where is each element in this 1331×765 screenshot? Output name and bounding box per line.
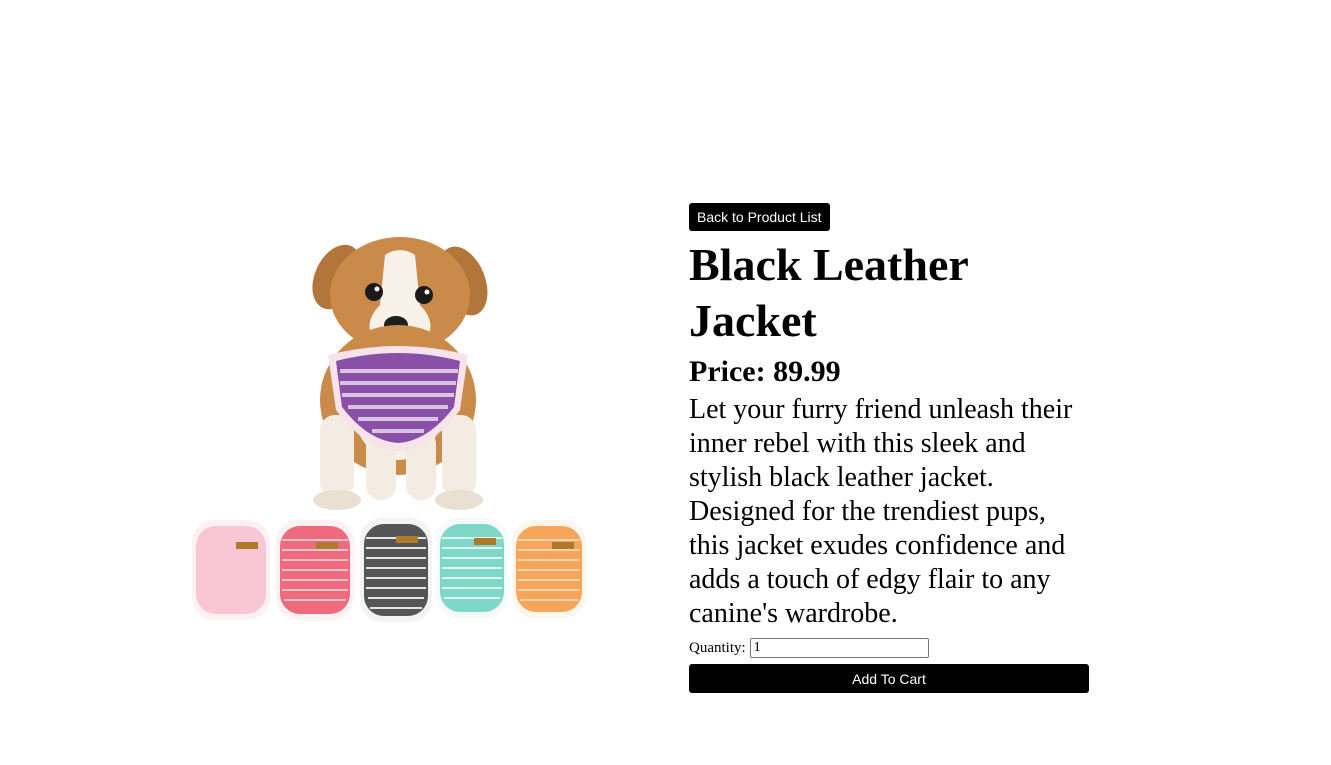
quantity-input[interactable] [749,638,929,658]
back-to-product-list-button[interactable]: Back to Product List [689,203,830,231]
price-value: 89.99 [773,355,841,388]
puppy-shirts-photo [192,237,586,622]
product-price: Price: 89.99 [689,355,1089,389]
add-to-cart-button[interactable]: Add To Cart [689,664,1089,693]
puppy-figure [312,237,488,510]
product-detail: Back to Product List Black Leather Jacke… [689,203,1089,693]
product-image [180,225,600,630]
quantity-row: Quantity: [689,637,1089,659]
price-label: Price: [689,355,766,388]
quantity-label: Quantity: [689,639,746,656]
shirt-color-options [192,518,586,622]
product-description: Let your furry friend unleash their inne… [689,394,1073,629]
product-title: Black Leather Jacket [689,239,968,346]
